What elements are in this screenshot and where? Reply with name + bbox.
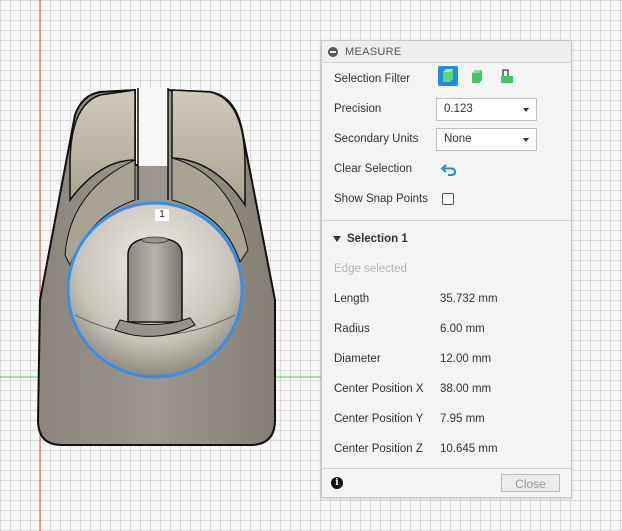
edge-filter-icon[interactable]	[497, 66, 517, 86]
snap-points-checkbox[interactable]	[442, 193, 454, 205]
snap-points-label: Show Snap Points	[334, 193, 428, 205]
collapse-icon[interactable]	[328, 46, 338, 57]
result-label: Length	[334, 293, 370, 305]
result-value: 7.95 mm	[440, 413, 485, 425]
precision-select[interactable]: 0.123	[436, 97, 537, 121]
result-row: Center Position Y 7.95 mm	[322, 406, 571, 432]
result-row: Center Position X 38.00 mm	[322, 376, 571, 402]
selection-section-header[interactable]: Selection 1	[322, 226, 571, 252]
panel-footer: i Close	[322, 468, 571, 497]
chevron-down-icon	[523, 107, 529, 112]
result-label: Radius	[334, 323, 370, 335]
secondary-units-row: Secondary Units None	[322, 126, 571, 152]
result-value: 10.645 mm	[440, 443, 498, 455]
secondary-units-label: Secondary Units	[334, 133, 419, 145]
secondary-units-value: None	[444, 132, 472, 145]
result-label: Center Position Z	[334, 443, 423, 455]
divider	[322, 220, 571, 221]
result-label: Diameter	[334, 353, 381, 365]
close-button[interactable]: Close	[501, 474, 560, 492]
selection-title: Selection 1	[347, 233, 408, 245]
result-value: 38.00 mm	[440, 383, 492, 395]
precision-row: Precision 0.123	[322, 96, 571, 122]
center-pin[interactable]	[127, 237, 183, 323]
panel-header: MEASURE	[322, 41, 571, 63]
body-filter-icon[interactable]	[438, 66, 458, 86]
chevron-down-icon	[523, 137, 529, 142]
precision-value: 0.123	[444, 102, 473, 115]
selection-filter-label: Selection Filter	[334, 73, 411, 85]
result-value: 35.732 mm	[440, 293, 498, 305]
result-row: Length 35.732 mm	[322, 286, 571, 312]
selection-filter-row: Selection Filter	[322, 66, 571, 92]
result-value: 12.00 mm	[440, 353, 492, 365]
precision-label: Precision	[334, 103, 382, 115]
selection-status-row: Edge selected	[322, 256, 571, 282]
top-slot	[138, 88, 168, 166]
result-value: 6.00 mm	[440, 323, 485, 335]
result-label: Center Position X	[334, 383, 424, 395]
result-label: Center Position Y	[334, 413, 424, 425]
panel-title: MEASURE	[345, 45, 402, 58]
result-row: Center Position Z 10.645 mm	[322, 436, 571, 462]
caret-down-icon[interactable]	[333, 236, 341, 242]
snap-points-row: Show Snap Points	[322, 186, 571, 212]
result-row: Radius 6.00 mm	[322, 316, 571, 342]
info-icon[interactable]: i	[331, 477, 343, 489]
clear-selection-label: Clear Selection	[334, 163, 412, 175]
point-marker-label: 1	[155, 209, 169, 221]
secondary-units-select[interactable]: None	[436, 127, 537, 151]
undo-arrow-icon[interactable]	[440, 160, 458, 181]
face-filter-icon[interactable]	[468, 66, 488, 86]
clear-selection-row: Clear Selection	[322, 156, 571, 182]
selection-status: Edge selected	[334, 263, 407, 275]
measure-panel: MEASURE Selection Filter Precision 0.123…	[321, 40, 572, 498]
result-row: Diameter 12.00 mm	[322, 346, 571, 372]
